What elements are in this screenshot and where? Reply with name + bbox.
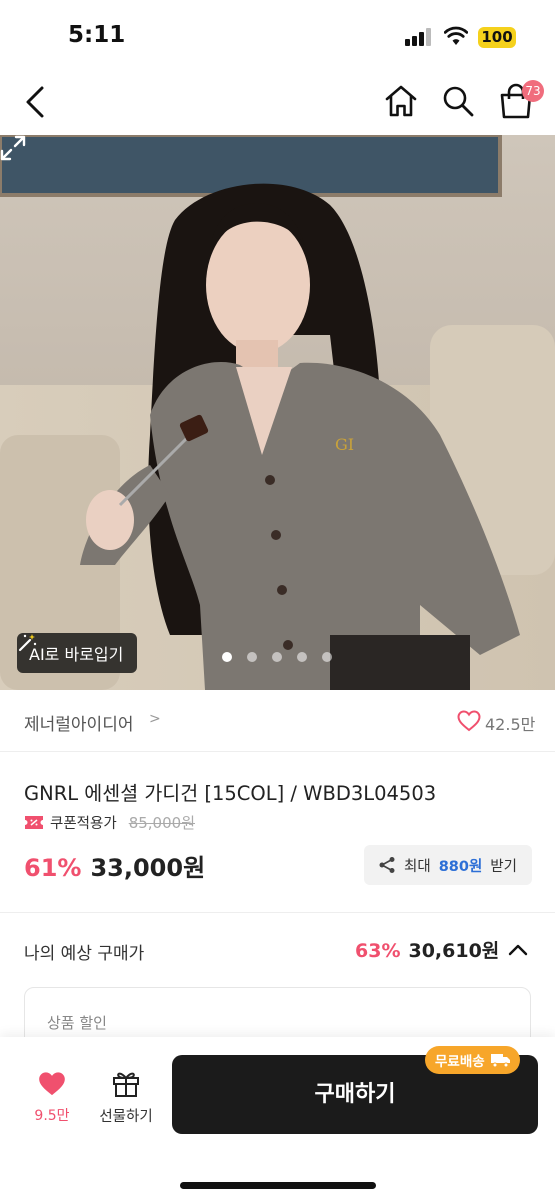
sale-price: 33,000원 xyxy=(90,854,206,882)
product-image-carousel[interactable]: GI AI로 바로입기 xyxy=(0,135,555,690)
carousel-indicator xyxy=(222,652,332,662)
heart-filled-icon xyxy=(39,1072,65,1096)
brand-row[interactable]: 제너럴아이디어 > 42.5만 xyxy=(0,690,555,752)
brand-name[interactable]: 제너럴아이디어 xyxy=(24,710,133,735)
cart-count-badge: 73 xyxy=(522,80,544,102)
coupon-label: 쿠폰적용가 xyxy=(50,816,117,832)
gift-label: 선물하기 xyxy=(99,1109,153,1125)
reward-suffix: 받기 xyxy=(490,858,517,875)
original-price: 85,000원 xyxy=(128,814,195,832)
free-shipping-badge: 무료배송 xyxy=(425,1046,520,1074)
battery-indicator: 100 xyxy=(478,27,516,48)
search-icon[interactable] xyxy=(441,84,475,118)
magic-wand-icon xyxy=(18,634,37,652)
carousel-dot[interactable] xyxy=(272,652,282,662)
free-shipping-label: 무료배송 xyxy=(435,1054,485,1070)
expected-discount-rate: 63% xyxy=(355,940,401,962)
expand-icon[interactable] xyxy=(0,135,26,161)
home-indicator xyxy=(180,1182,376,1189)
truck-icon xyxy=(490,1054,510,1068)
carousel-dot[interactable] xyxy=(297,652,307,662)
gift-icon xyxy=(113,1072,139,1097)
status-time: 5:11 xyxy=(68,22,126,48)
wifi-icon xyxy=(444,26,468,45)
discount-rate: 61% xyxy=(24,854,82,882)
reward-prefix: 최대 xyxy=(404,858,431,875)
section-divider xyxy=(0,912,555,913)
price-row: 61% 33,000원 xyxy=(24,848,205,883)
reward-amount: 880원 xyxy=(438,858,483,875)
share-reward-button[interactable]: 최대 880원 받기 xyxy=(364,845,532,885)
expected-price-value: 63% 30,610원 xyxy=(355,936,499,963)
wish-count: 9.5만 xyxy=(34,1108,70,1124)
expected-price: 30,610원 xyxy=(408,940,500,962)
svg-text:GI: GI xyxy=(335,435,354,454)
heart-outline-icon[interactable] xyxy=(457,710,481,732)
ai-try-on-label: AI로 바로입기 xyxy=(29,645,124,664)
status-bar: 5:11 100 xyxy=(0,0,555,70)
top-nav: 73 xyxy=(0,70,555,134)
signal-icon xyxy=(405,28,433,46)
wishlist-button[interactable]: 9.5만 xyxy=(26,1071,78,1125)
share-icon xyxy=(379,857,395,873)
bottom-action-bar: 9.5만 선물하기 구매하기 무료배송 xyxy=(0,1037,555,1200)
ai-try-on-button[interactable]: AI로 바로입기 xyxy=(17,633,138,673)
product-photo: GI xyxy=(0,135,555,690)
coupon-icon xyxy=(25,816,43,829)
carousel-dot[interactable] xyxy=(247,652,257,662)
product-discount-label: 상품 할인 xyxy=(47,1014,107,1032)
chevron-up-icon[interactable] xyxy=(507,940,529,960)
gift-button[interactable]: 선물하기 xyxy=(92,1069,160,1126)
home-icon[interactable] xyxy=(384,84,418,118)
carousel-dot[interactable] xyxy=(322,652,332,662)
product-title: GNRL 에센셜 가디건 [15COL] / WBD3L04503 xyxy=(24,782,437,805)
coupon-price-row: 쿠폰적용가 85,000원 xyxy=(24,812,195,833)
chevron-right-icon: > xyxy=(149,711,161,727)
brand-like-count: 42.5만 xyxy=(485,715,536,734)
back-icon[interactable] xyxy=(20,82,52,122)
carousel-dot[interactable] xyxy=(222,652,232,662)
expected-price-label: 나의 예상 구매가 xyxy=(24,944,145,964)
